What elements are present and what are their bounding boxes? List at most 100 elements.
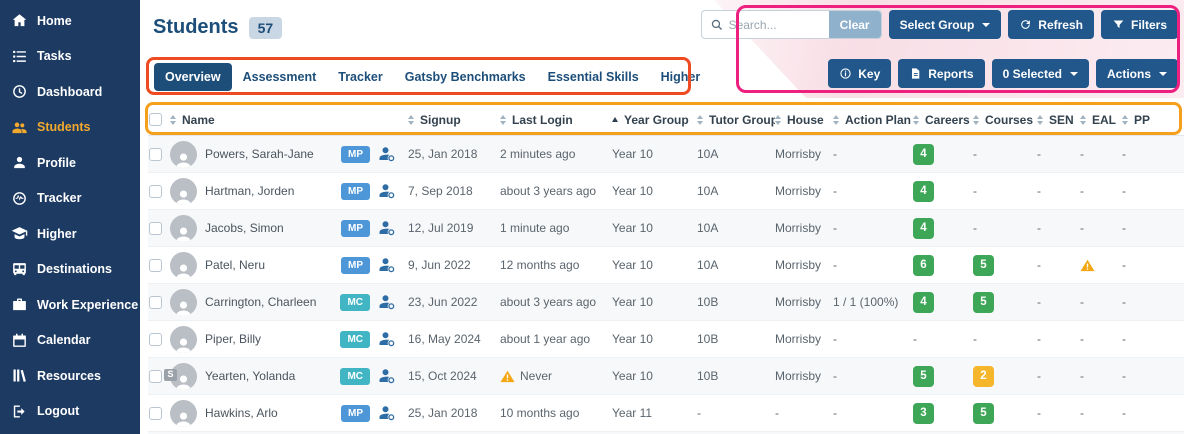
refresh-button[interactable]: Refresh bbox=[1008, 10, 1094, 39]
impersonate-icon[interactable] bbox=[378, 330, 396, 348]
search-icon bbox=[710, 18, 724, 32]
action-plan-cell: - bbox=[833, 332, 837, 346]
sort-icon bbox=[408, 114, 416, 125]
sort-icon bbox=[1080, 114, 1088, 125]
sidebar-item-profile[interactable]: Profile bbox=[0, 145, 140, 181]
courses-cell: - bbox=[973, 147, 977, 161]
courses-cell: 5 bbox=[973, 254, 1037, 276]
row-checkbox[interactable] bbox=[149, 295, 162, 309]
action-plan-cell: 1 / 1 (100%) bbox=[833, 295, 899, 309]
careers-badge: 4 bbox=[913, 217, 934, 239]
sen-cell: - bbox=[1037, 406, 1041, 420]
eal-cell: - bbox=[1080, 184, 1084, 198]
courses-cell: - bbox=[973, 184, 977, 198]
column-header-courses[interactable]: Courses bbox=[973, 113, 1037, 127]
column-header-signup[interactable]: Signup bbox=[408, 113, 500, 127]
tasks-icon bbox=[11, 48, 28, 65]
tab-tracker[interactable]: Tracker bbox=[327, 63, 393, 91]
impersonate-icon[interactable] bbox=[378, 367, 396, 385]
impersonate-icon[interactable] bbox=[378, 256, 396, 274]
impersonate-icon[interactable] bbox=[378, 182, 396, 200]
row-checkbox-cell bbox=[148, 258, 170, 272]
tab-assessment[interactable]: Assessment bbox=[232, 63, 328, 91]
sen-cell: - bbox=[1037, 332, 1041, 346]
avatar-image bbox=[170, 252, 197, 279]
row-checkbox[interactable] bbox=[149, 184, 162, 198]
select-group-button[interactable]: Select Group bbox=[888, 10, 1002, 39]
sidebar-item-label: Profile bbox=[37, 155, 76, 170]
tab-higher[interactable]: Higher bbox=[650, 63, 712, 91]
tab-essential-skills[interactable]: Essential Skills bbox=[537, 63, 650, 91]
last-login-cell: about 3 years ago bbox=[500, 184, 612, 198]
student-name[interactable]: Hartman, Jorden bbox=[205, 184, 333, 198]
column-header-label: Courses bbox=[985, 112, 1034, 127]
sidebar-item-students[interactable]: Students bbox=[0, 110, 140, 146]
student-name[interactable]: Patel, Neru bbox=[205, 258, 333, 272]
tutor-group-cell: 10B bbox=[697, 369, 719, 383]
avatar bbox=[170, 325, 197, 353]
sidebar-item-higher[interactable]: Higher bbox=[0, 216, 140, 252]
table-row: Jacobs, Simon MP 12, Jul 2019 1 minute ago Y… bbox=[148, 210, 1184, 247]
column-header-year-group[interactable]: Year Group bbox=[612, 113, 697, 127]
student-name[interactable]: Hawkins, Arlo bbox=[205, 406, 333, 420]
tab-gatsby-benchmarks[interactable]: Gatsby Benchmarks bbox=[394, 63, 537, 91]
student-name[interactable]: Piper, Billy bbox=[205, 332, 332, 346]
row-checkbox[interactable] bbox=[149, 332, 162, 346]
app-root: Home Tasks Dashboard Students Profile Tracker… bbox=[0, 0, 1184, 434]
reports-button[interactable]: Reports bbox=[898, 59, 985, 88]
actions-label: Actions bbox=[1106, 66, 1151, 81]
column-header-pp[interactable]: PP bbox=[1122, 113, 1184, 127]
sort-icon bbox=[697, 114, 705, 125]
row-checkbox[interactable] bbox=[149, 369, 162, 383]
filters-button[interactable]: Filters bbox=[1100, 10, 1178, 39]
tutor-group-cell: 10A bbox=[697, 258, 719, 272]
row-checkbox[interactable] bbox=[149, 221, 162, 235]
impersonate-icon[interactable] bbox=[378, 219, 396, 237]
student-name[interactable]: Jacobs, Simon bbox=[205, 221, 333, 235]
row-checkbox[interactable] bbox=[149, 406, 162, 420]
column-header-tutor-group[interactable]: Tutor Group bbox=[697, 113, 775, 127]
student-name[interactable]: Carrington, Charleen bbox=[205, 295, 332, 309]
package-badge: MP bbox=[341, 145, 370, 163]
student-name-cell: Patel, Neru MP bbox=[170, 251, 408, 279]
signup-cell: 25, Jan 2018 bbox=[408, 406, 478, 420]
row-checkbox[interactable] bbox=[149, 258, 162, 272]
column-header-name[interactable]: Name bbox=[170, 113, 408, 127]
sidebar-item-logout[interactable]: Logout bbox=[0, 394, 140, 430]
column-header-label: Year Group bbox=[624, 112, 689, 127]
search-input[interactable] bbox=[728, 11, 829, 38]
toolbar-row-1: Clear Select Group Refresh Filters bbox=[700, 10, 1178, 39]
key-label: Key bbox=[858, 66, 881, 81]
column-header-sen[interactable]: SEN bbox=[1037, 113, 1080, 127]
sidebar-item-resources[interactable]: Resources bbox=[0, 358, 140, 394]
student-name[interactable]: Powers, Sarah-Jane bbox=[205, 147, 333, 161]
column-header-last-login[interactable]: Last Login bbox=[500, 113, 612, 127]
sidebar-item-tasks[interactable]: Tasks bbox=[0, 39, 140, 75]
student-name[interactable]: Yearten, Yolanda bbox=[205, 369, 332, 383]
column-header-house[interactable]: House bbox=[775, 113, 833, 127]
column-header-eal[interactable]: EAL bbox=[1080, 113, 1122, 127]
selected-button[interactable]: 0 Selected bbox=[991, 59, 1089, 88]
impersonate-icon[interactable] bbox=[378, 293, 396, 311]
row-checkbox[interactable] bbox=[149, 147, 162, 161]
column-header-action-plan[interactable]: Action Plan bbox=[833, 113, 913, 127]
sidebar-item-dashboard[interactable]: Dashboard bbox=[0, 74, 140, 110]
house-cell: Morrisby bbox=[775, 332, 822, 346]
sidebar-item-tracker[interactable]: Tracker bbox=[0, 181, 140, 217]
work-experience-icon bbox=[11, 296, 28, 313]
actions-button[interactable]: Actions bbox=[1095, 59, 1178, 88]
sidebar-item-calendar[interactable]: Calendar bbox=[0, 323, 140, 359]
column-header-label: Tutor Group bbox=[709, 112, 775, 127]
sidebar-item-destinations[interactable]: Destinations bbox=[0, 252, 140, 288]
tab-overview[interactable]: Overview bbox=[154, 63, 232, 91]
avatar-image bbox=[170, 400, 197, 427]
sidebar-item-work-experience[interactable]: Work Experience bbox=[0, 287, 140, 323]
clear-button[interactable]: Clear bbox=[828, 11, 881, 38]
sidebar-item-home[interactable]: Home bbox=[0, 3, 140, 39]
impersonate-icon[interactable] bbox=[378, 145, 396, 163]
sort-icon bbox=[833, 114, 841, 125]
impersonate-icon[interactable] bbox=[378, 404, 396, 422]
column-header-careers[interactable]: Careers bbox=[913, 113, 973, 127]
row-checkbox[interactable] bbox=[149, 113, 162, 126]
key-button[interactable]: Key bbox=[828, 59, 892, 88]
